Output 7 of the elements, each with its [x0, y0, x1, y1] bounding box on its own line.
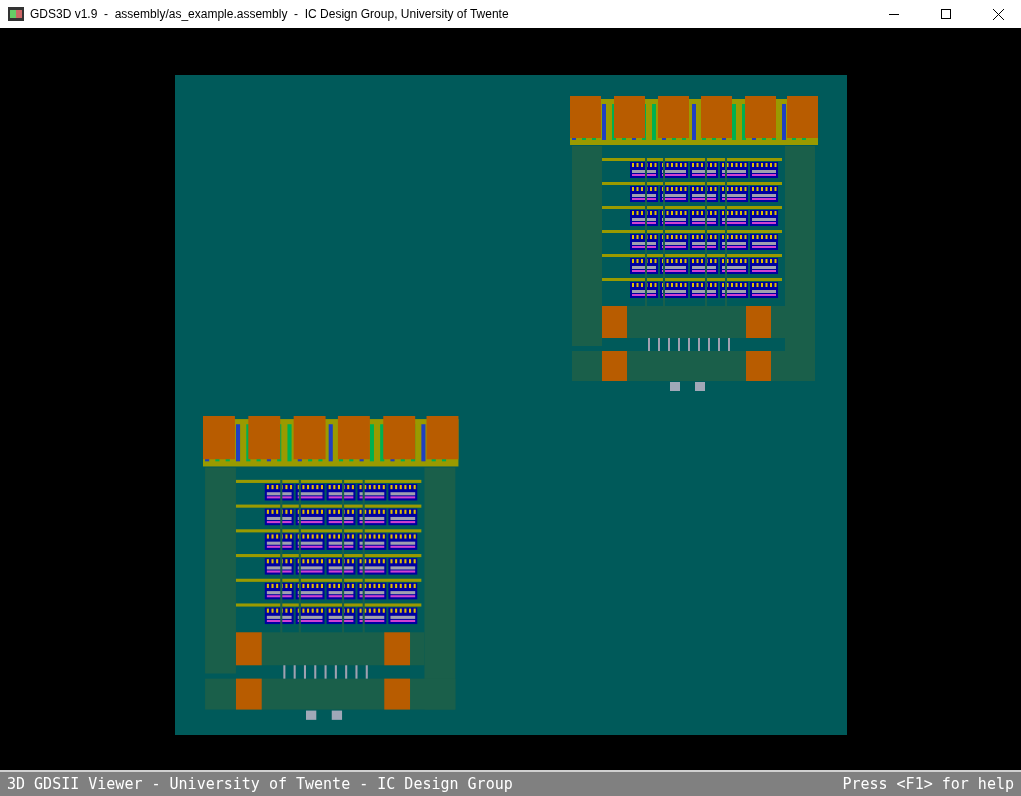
- maximize-icon: [941, 9, 951, 19]
- app-logo-icon: [8, 7, 24, 21]
- close-icon: [992, 8, 1004, 20]
- status-text: 3D GDSII Viewer - University of Twente - IC Design Group: [7, 775, 513, 793]
- window-title: GDS3D v1.9 - assembly/as_example.assembly - IC Design Group, University of Twente: [30, 7, 510, 21]
- help-hint: Press <F1> for help: [842, 775, 1014, 793]
- minimize-icon: [889, 13, 899, 15]
